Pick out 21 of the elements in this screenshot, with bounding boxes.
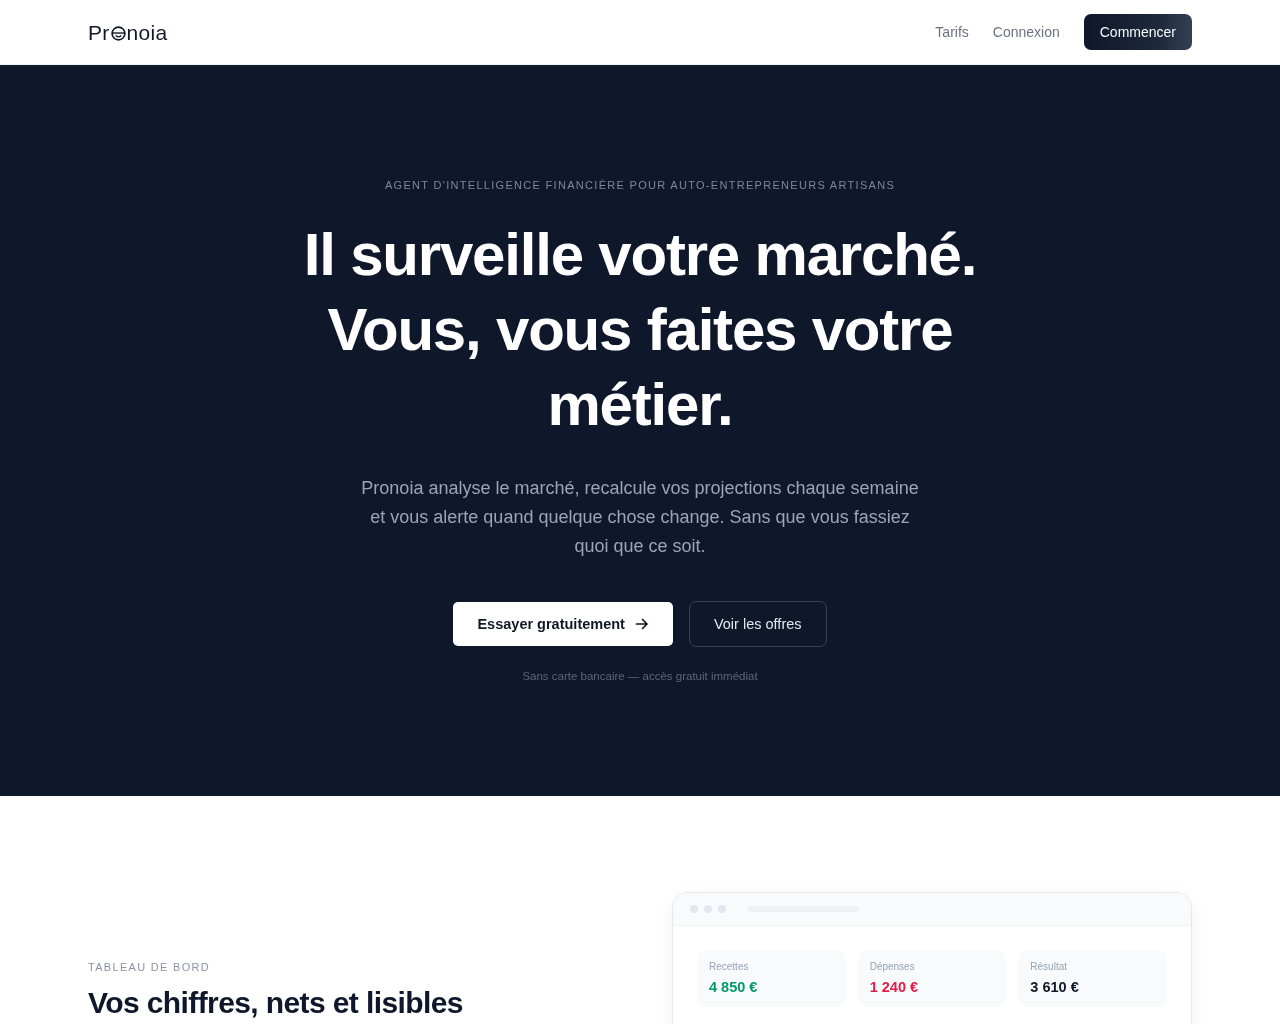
- section-eyebrow: TABLEAU DE BORD: [88, 960, 211, 974]
- smiley-icon: [110, 25, 126, 41]
- stat-label: Recettes: [709, 960, 750, 974]
- section-title: Vos chiffres, nets et lisibles: [88, 986, 464, 1020]
- stat-label: Dépenses: [869, 960, 916, 974]
- hero-title: Il surveille votre marché. Vous, vous faites votre métier.: [302, 220, 978, 440]
- try-free-button[interactable]: Essayer gratuitement: [453, 602, 673, 646]
- logo-text: noia: [126, 21, 168, 43]
- nav-link[interactable]: Connexion: [992, 24, 1060, 40]
- stat-value: 3 610 €: [1030, 978, 1080, 996]
- view-offers-button[interactable]: Voir les offres: [688, 601, 827, 647]
- stat-label: Résultat: [1030, 960, 1068, 974]
- start-button[interactable]: Commencer: [1083, 14, 1192, 50]
- arrow-right-icon: [634, 617, 649, 631]
- stat-value: 1 240 €: [869, 978, 920, 996]
- stat-value: 4 850 €: [709, 978, 759, 996]
- hero-description: Pronoia analyse le marché, recalcule vos projections chaque semaine et vous alerte quand quelque chose change. Sans que vous fassiez quoi que ce soit.: [360, 477, 920, 558]
- hero-eyebrow: AGENT D'INTELLIGENCE FINANCIÈRE POUR AUTO-ENTREPRENEURS ARTISANS: [384, 178, 896, 192]
- hero-note: Sans carte bancaire — accès gratuit immédiat: [522, 669, 758, 684]
- nav-link[interactable]: Tarifs: [935, 24, 969, 40]
- logo-text: Pr: [88, 21, 110, 43]
